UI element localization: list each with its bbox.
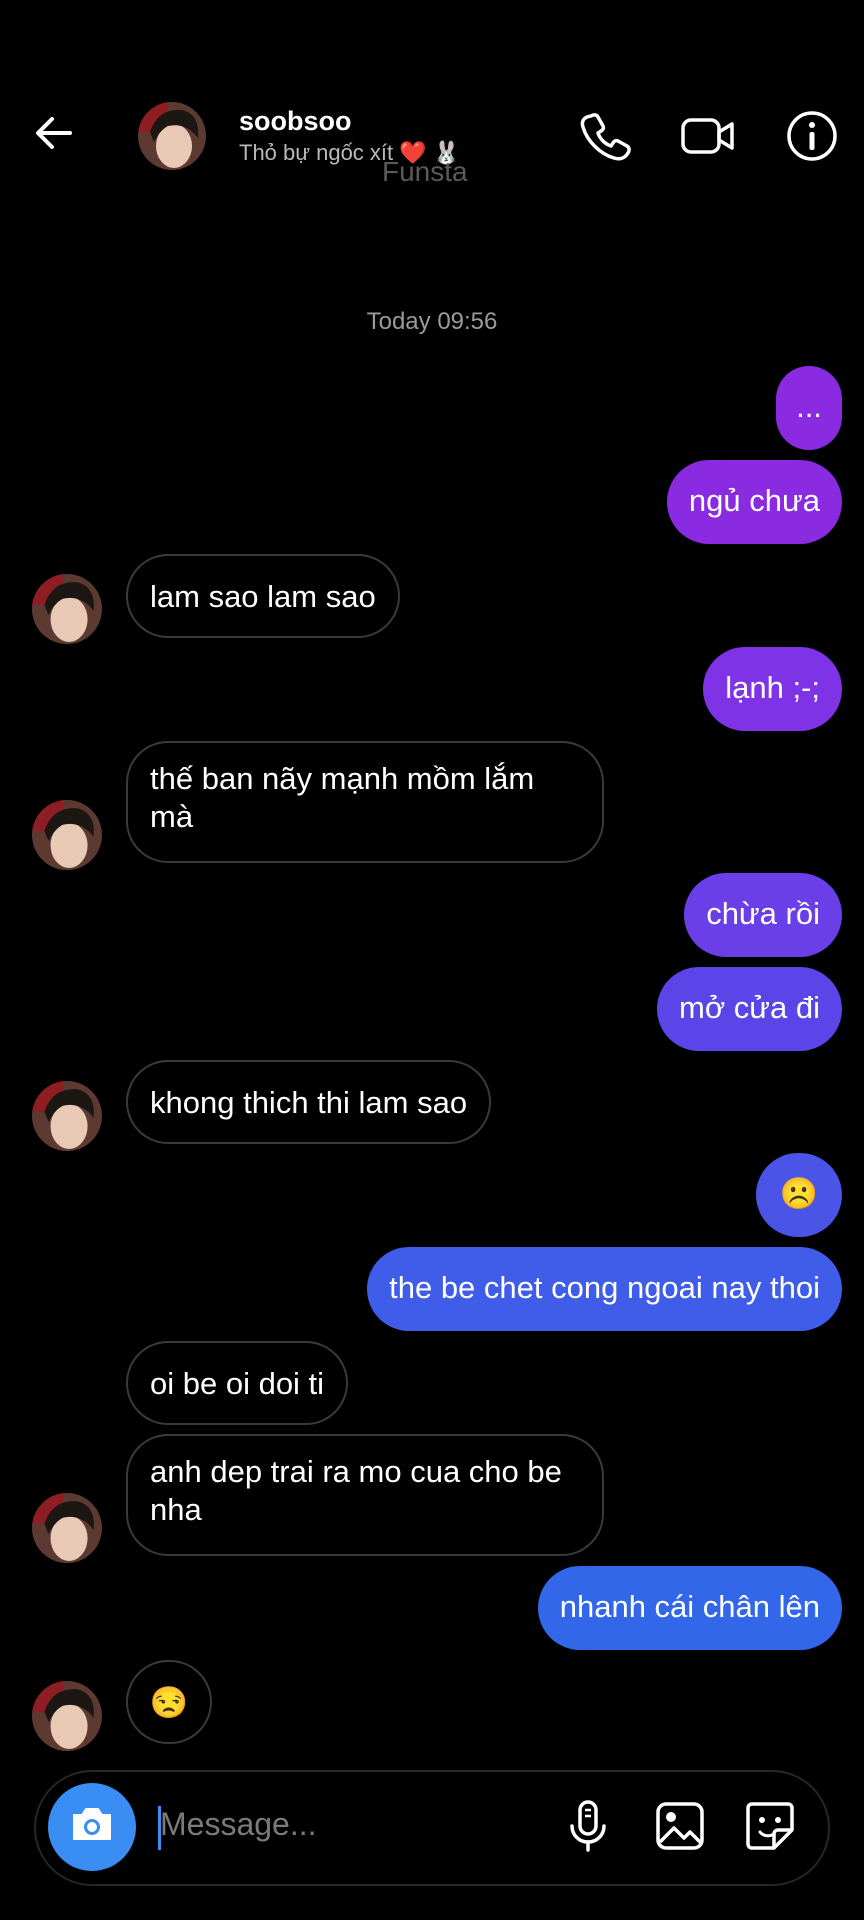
gallery-icon[interactable] [652, 1798, 708, 1854]
outgoing-message[interactable]: ngủ chưa [666, 460, 842, 544]
contact-avatar-small [32, 1681, 102, 1751]
phone-icon[interactable] [577, 108, 633, 164]
outgoing-message[interactable]: chừa rồi [684, 873, 842, 957]
back-arrow-icon[interactable] [30, 108, 80, 158]
info-icon[interactable] [784, 108, 840, 164]
incoming-message[interactable]: khong thich thi lam sao [126, 1060, 492, 1144]
contact-avatar-small [32, 800, 102, 870]
watermark: Funsta [382, 156, 468, 187]
incoming-message[interactable]: lam sao lam sao [126, 554, 400, 638]
camera-icon [66, 1799, 118, 1856]
contact-avatar-small [32, 574, 102, 644]
outgoing-message[interactable]: mở cửa đi [657, 967, 842, 1051]
video-call-icon[interactable] [680, 108, 736, 164]
message-timestamp: Today 09:56 [366, 308, 498, 335]
contact-avatar-small [32, 1081, 102, 1151]
outgoing-message[interactable]: ... [776, 366, 842, 450]
contact-name[interactable]: soobsoo [239, 106, 352, 137]
outgoing-message[interactable]: ☹️ [756, 1153, 842, 1237]
outgoing-message[interactable]: lạnh ;-; [703, 647, 842, 731]
incoming-message[interactable]: thế ban nãy mạnh mồm lắm mà [126, 741, 604, 863]
message-input[interactable]: Message... [160, 1806, 317, 1843]
microphone-icon[interactable] [560, 1798, 616, 1854]
outgoing-message[interactable]: nhanh cái chân lên [537, 1566, 842, 1650]
contact-avatar-small [32, 1493, 102, 1563]
message-composer [34, 1770, 830, 1886]
incoming-message[interactable]: oi be oi doi ti [126, 1341, 349, 1425]
outgoing-message[interactable]: the be chet cong ngoai nay thoi [367, 1247, 842, 1331]
sticker-icon[interactable] [742, 1798, 798, 1854]
contact-avatar[interactable] [138, 102, 206, 170]
status-text: Thỏ bự ngốc xít [239, 140, 394, 165]
incoming-message[interactable]: 😒 [126, 1660, 212, 1744]
incoming-message[interactable]: anh dep trai ra mo cua cho be nha [126, 1434, 604, 1556]
